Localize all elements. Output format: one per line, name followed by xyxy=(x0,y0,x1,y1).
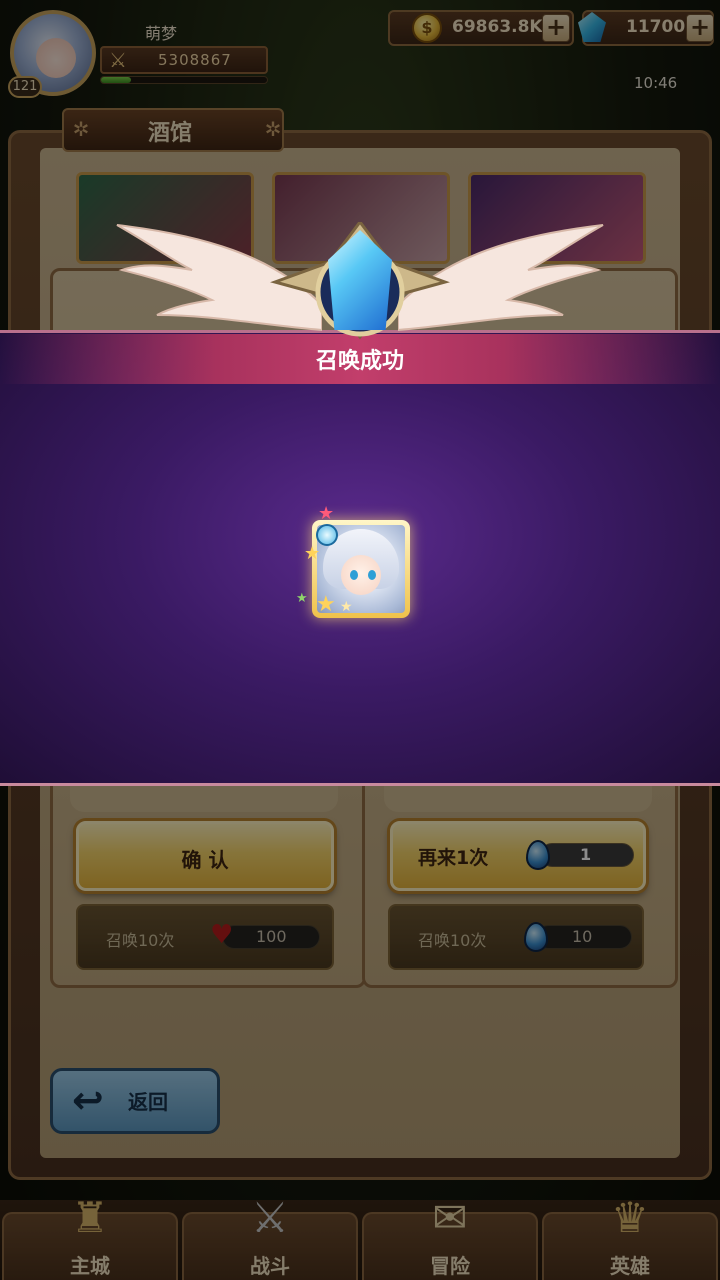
star-icon: ★ xyxy=(304,543,321,564)
star-icon: ★ xyxy=(316,592,336,617)
star-icon: ★ xyxy=(296,591,308,606)
modal-title: 召唤成功 xyxy=(315,349,404,374)
star-icon: ★ xyxy=(318,503,335,524)
star-icon: ★ xyxy=(340,599,353,615)
